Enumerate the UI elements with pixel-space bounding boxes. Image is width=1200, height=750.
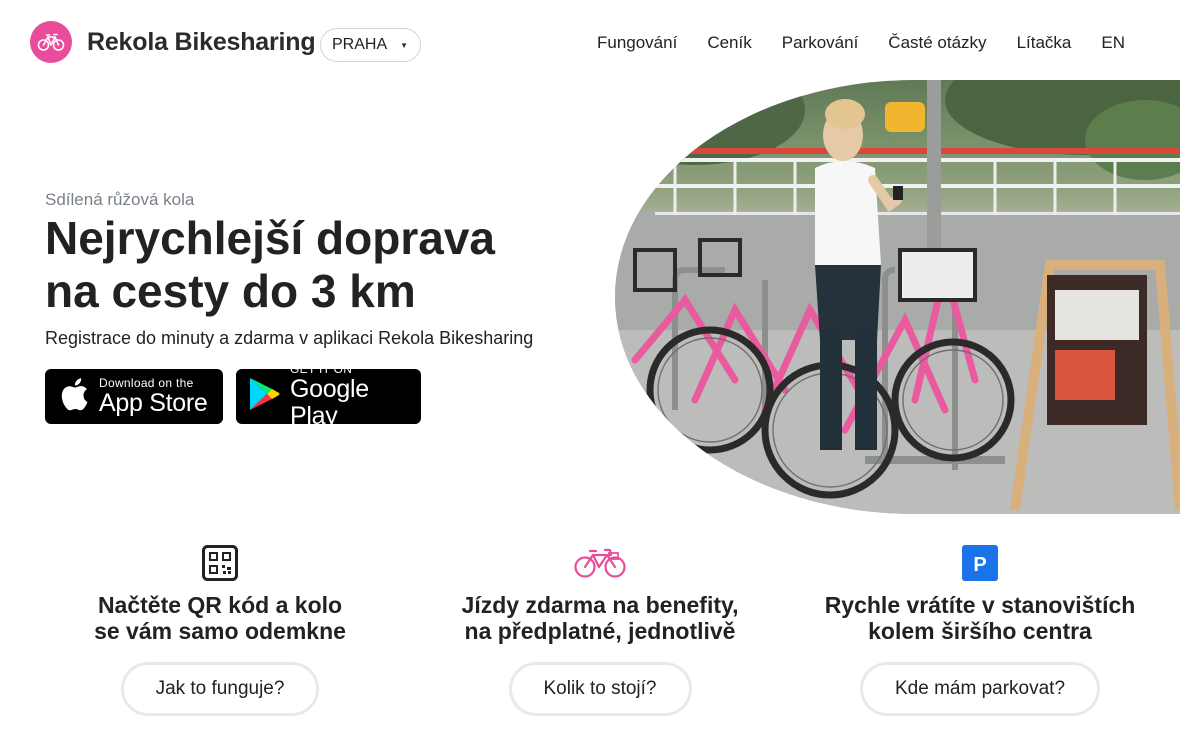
parking-icon: P [962,545,998,581]
logo[interactable] [30,21,72,63]
feature-title-line: Jízdy zdarma na benefity, [461,592,739,618]
feature-title-line: Načtěte QR kód a kolo [97,592,343,618]
svg-text:P: P [973,554,986,576]
feature-qr: Načtěte QR kód a kolo se vám samo odemkn… [30,545,410,716]
app-store-button[interactable]: Download on the App Store [45,369,223,424]
app-store-small-label: Download on the [99,375,194,390]
nav-link-parkovani[interactable]: Parkování [782,33,859,53]
google-play-label: Google Play [290,375,369,430]
hero-photo-illustration [615,80,1180,514]
hero-kicker: Sdílená růžová kola [45,190,195,209]
city-select-value: PRAHA [332,36,388,53]
apple-icon [59,376,89,417]
where-to-park-button[interactable]: Kde mám parkovat? [859,662,1101,716]
feature-title-line: se vám samo odemkne [94,618,346,644]
page: Rekola Bikesharing PRAHA ▼ Fungování Cen… [0,0,1200,750]
site-header: Rekola Bikesharing PRAHA ▼ Fungování Cen… [0,0,1200,80]
google-play-icon [248,376,280,417]
hero-subtitle: Registrace do minuty a zdarma v aplikaci… [45,328,534,348]
feature-title: Jízdy zdarma na benefity, na předplatné,… [410,592,790,644]
feature-pricing: Jízdy zdarma na benefity, na předplatné,… [410,545,790,716]
city-select[interactable]: PRAHA ▼ [320,28,421,62]
bicycle-icon [574,548,626,578]
nav-link-faq[interactable]: Časté otázky [888,33,986,53]
pricing-button[interactable]: Kolik to stojí? [508,662,692,716]
feature-title-line: Rychle vrátíte v stanovištích [824,592,1136,618]
qr-code-icon [202,545,238,581]
feature-title: Rychle vrátíte v stanovištích kolem širš… [790,592,1170,644]
main-nav: Fungování Ceník Parkování Časté otázky L… [567,33,1125,53]
hero-title: Nejrychlejší doprava na cesty do 3 km [45,212,605,318]
nav-link-cenik[interactable]: Ceník [707,33,751,53]
nav-link-fungovani[interactable]: Fungování [597,33,677,53]
bicycle-logo-icon [37,33,65,51]
hero-photo [615,80,1180,514]
feature-parking: P Rychle vrátíte v stanovištích kolem ši… [790,545,1170,716]
chevron-down-icon: ▼ [400,41,408,50]
hero-title-line-1: Nejrychlejší doprava [45,212,495,264]
nav-link-litacka[interactable]: Lítačka [1017,33,1072,53]
app-store-label: App Store [99,388,208,417]
language-switch[interactable]: EN [1101,33,1125,53]
feature-title: Načtěte QR kód a kolo se vám samo odemkn… [30,592,410,644]
feature-title-line: na předplatné, jednotlivě [464,618,736,644]
how-it-works-button[interactable]: Jak to funguje? [120,662,320,716]
brand-name[interactable]: Rekola Bikesharing [87,28,316,57]
feature-title-line: kolem širšího centra [868,618,1092,644]
hero-title-line-2: na cesty do 3 km [45,265,416,317]
google-play-button[interactable]: GET IT ON Google Play [236,363,421,430]
